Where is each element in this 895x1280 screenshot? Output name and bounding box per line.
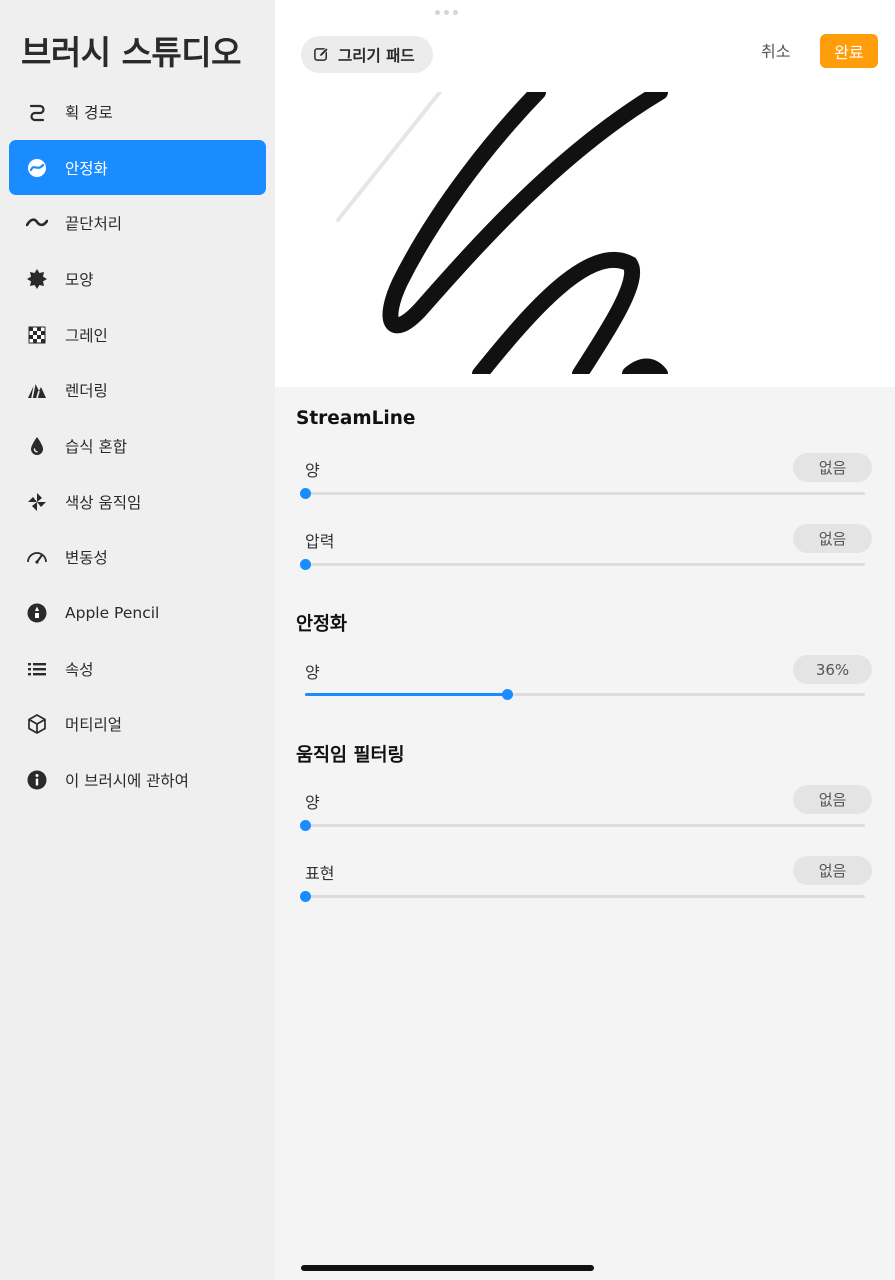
edit-icon [314, 47, 329, 61]
cancel-button[interactable]: 취소 [761, 38, 790, 62]
slider-handle[interactable] [300, 891, 311, 902]
stabilization-amount-value[interactable]: 36% [793, 655, 872, 684]
brush-stroke-preview [336, 92, 668, 374]
sidebar-item-grain[interactable]: 그레인 [9, 307, 266, 363]
color-dynamics-icon [25, 490, 49, 514]
motion-filtering-amount-slider[interactable] [300, 820, 865, 831]
streamline-section-title: StreamLine [296, 408, 416, 429]
sidebar-item-label: 그레인 [65, 326, 108, 345]
main-panel: 그리기 패드 취소 완료 StreamLine 양 없음 압력 없음 안정화 양… [275, 0, 895, 1280]
streamline-amount-value[interactable]: 없음 [793, 453, 872, 482]
sidebar-nav: 획 경로 안정화 끝단처리 모양 그레인 렌더링 습식 혼합 색상 움직임 변동… [9, 84, 266, 808]
sidebar-item-rendering[interactable]: 렌더링 [9, 362, 266, 418]
sidebar-item-shape[interactable]: 모양 [9, 251, 266, 307]
sidebar-item-label: 색상 움직임 [65, 493, 142, 512]
drawing-pad-preview[interactable]: 그리기 패드 취소 완료 [275, 0, 895, 387]
done-button[interactable]: 완료 [820, 34, 878, 68]
rendering-icon [25, 378, 49, 402]
sidebar-item-materials[interactable]: 머티리얼 [9, 697, 266, 753]
grain-icon [25, 323, 49, 347]
sidebar-item-label: 습식 혼합 [65, 437, 127, 456]
sidebar-item-properties[interactable]: 속성 [9, 641, 266, 697]
info-icon [25, 768, 49, 792]
sidebar-item-label: 안정화 [65, 159, 108, 178]
sidebar-item-label: 변동성 [65, 549, 108, 568]
multitask-handle[interactable] [435, 10, 458, 15]
streamline-pressure-value[interactable]: 없음 [793, 524, 872, 553]
sidebar-item-stroke-path[interactable]: 획 경로 [9, 84, 266, 140]
sidebar-item-taper[interactable]: 끝단처리 [9, 195, 266, 251]
sidebar-item-label: 렌더링 [65, 382, 108, 401]
stabilization-amount-label: 양 [305, 663, 320, 682]
motion-filtering-expression-label: 표현 [305, 864, 335, 883]
streamline-pressure-label: 압력 [305, 532, 335, 551]
sidebar-item-label: 획 경로 [65, 103, 113, 122]
home-indicator[interactable] [301, 1265, 594, 1271]
motion-filtering-expression-slider[interactable] [300, 891, 865, 902]
streamline-amount-label: 양 [305, 461, 320, 480]
sidebar-item-label: 모양 [65, 270, 94, 289]
streamline-amount-slider[interactable] [300, 488, 865, 499]
sidebar-item-label: 이 브러시에 관하여 [65, 772, 189, 791]
sidebar-item-label: Apple Pencil [65, 604, 160, 623]
motion-filtering-amount-label: 양 [305, 793, 320, 812]
slider-fill [305, 693, 507, 696]
sidebar-item-stabilization[interactable]: 안정화 [9, 139, 266, 196]
sidebar-item-label: 속성 [65, 660, 94, 679]
sidebar-item-about[interactable]: 이 브러시에 관하여 [9, 752, 266, 808]
apple-pencil-icon [25, 601, 49, 625]
taper-icon [25, 211, 49, 235]
drawing-pad-button[interactable]: 그리기 패드 [301, 36, 433, 73]
slider-handle[interactable] [300, 559, 311, 570]
slider-handle[interactable] [501, 689, 513, 700]
wet-mix-icon [25, 434, 49, 458]
sidebar-title: 브러시 스튜디오 [21, 33, 242, 72]
motion-filtering-amount-value[interactable]: 없음 [793, 785, 872, 814]
stroke-path-icon [25, 100, 49, 124]
slider-handle[interactable] [300, 820, 311, 831]
motion-filtering-section-title: 움직임 필터링 [296, 745, 405, 766]
drawing-pad-label: 그리기 패드 [338, 46, 415, 65]
motion-filtering-expression-value[interactable]: 없음 [793, 856, 872, 885]
sidebar-item-apple-pencil[interactable]: Apple Pencil [9, 585, 266, 641]
sidebar-item-label: 머티리얼 [65, 716, 123, 735]
shape-icon [25, 267, 49, 291]
dynamics-icon [25, 545, 49, 569]
sidebar: 브러시 스튜디오 획 경로 안정화 끝단처리 모양 그레인 렌더링 습식 혼합 … [0, 0, 275, 1280]
streamline-pressure-slider[interactable] [300, 559, 865, 570]
sidebar-item-color-dynamics[interactable]: 색상 움직임 [9, 474, 266, 530]
sidebar-item-wet-mix[interactable]: 습식 혼합 [9, 418, 266, 474]
stabilization-section-title: 안정화 [296, 614, 348, 635]
stabilization-icon [25, 156, 49, 180]
properties-icon [25, 657, 49, 681]
stabilization-amount-slider[interactable] [305, 689, 865, 700]
materials-icon [25, 712, 49, 736]
slider-handle[interactable] [300, 488, 311, 499]
sidebar-item-dynamics[interactable]: 변동성 [9, 530, 266, 586]
sidebar-item-label: 끝단처리 [65, 215, 123, 234]
